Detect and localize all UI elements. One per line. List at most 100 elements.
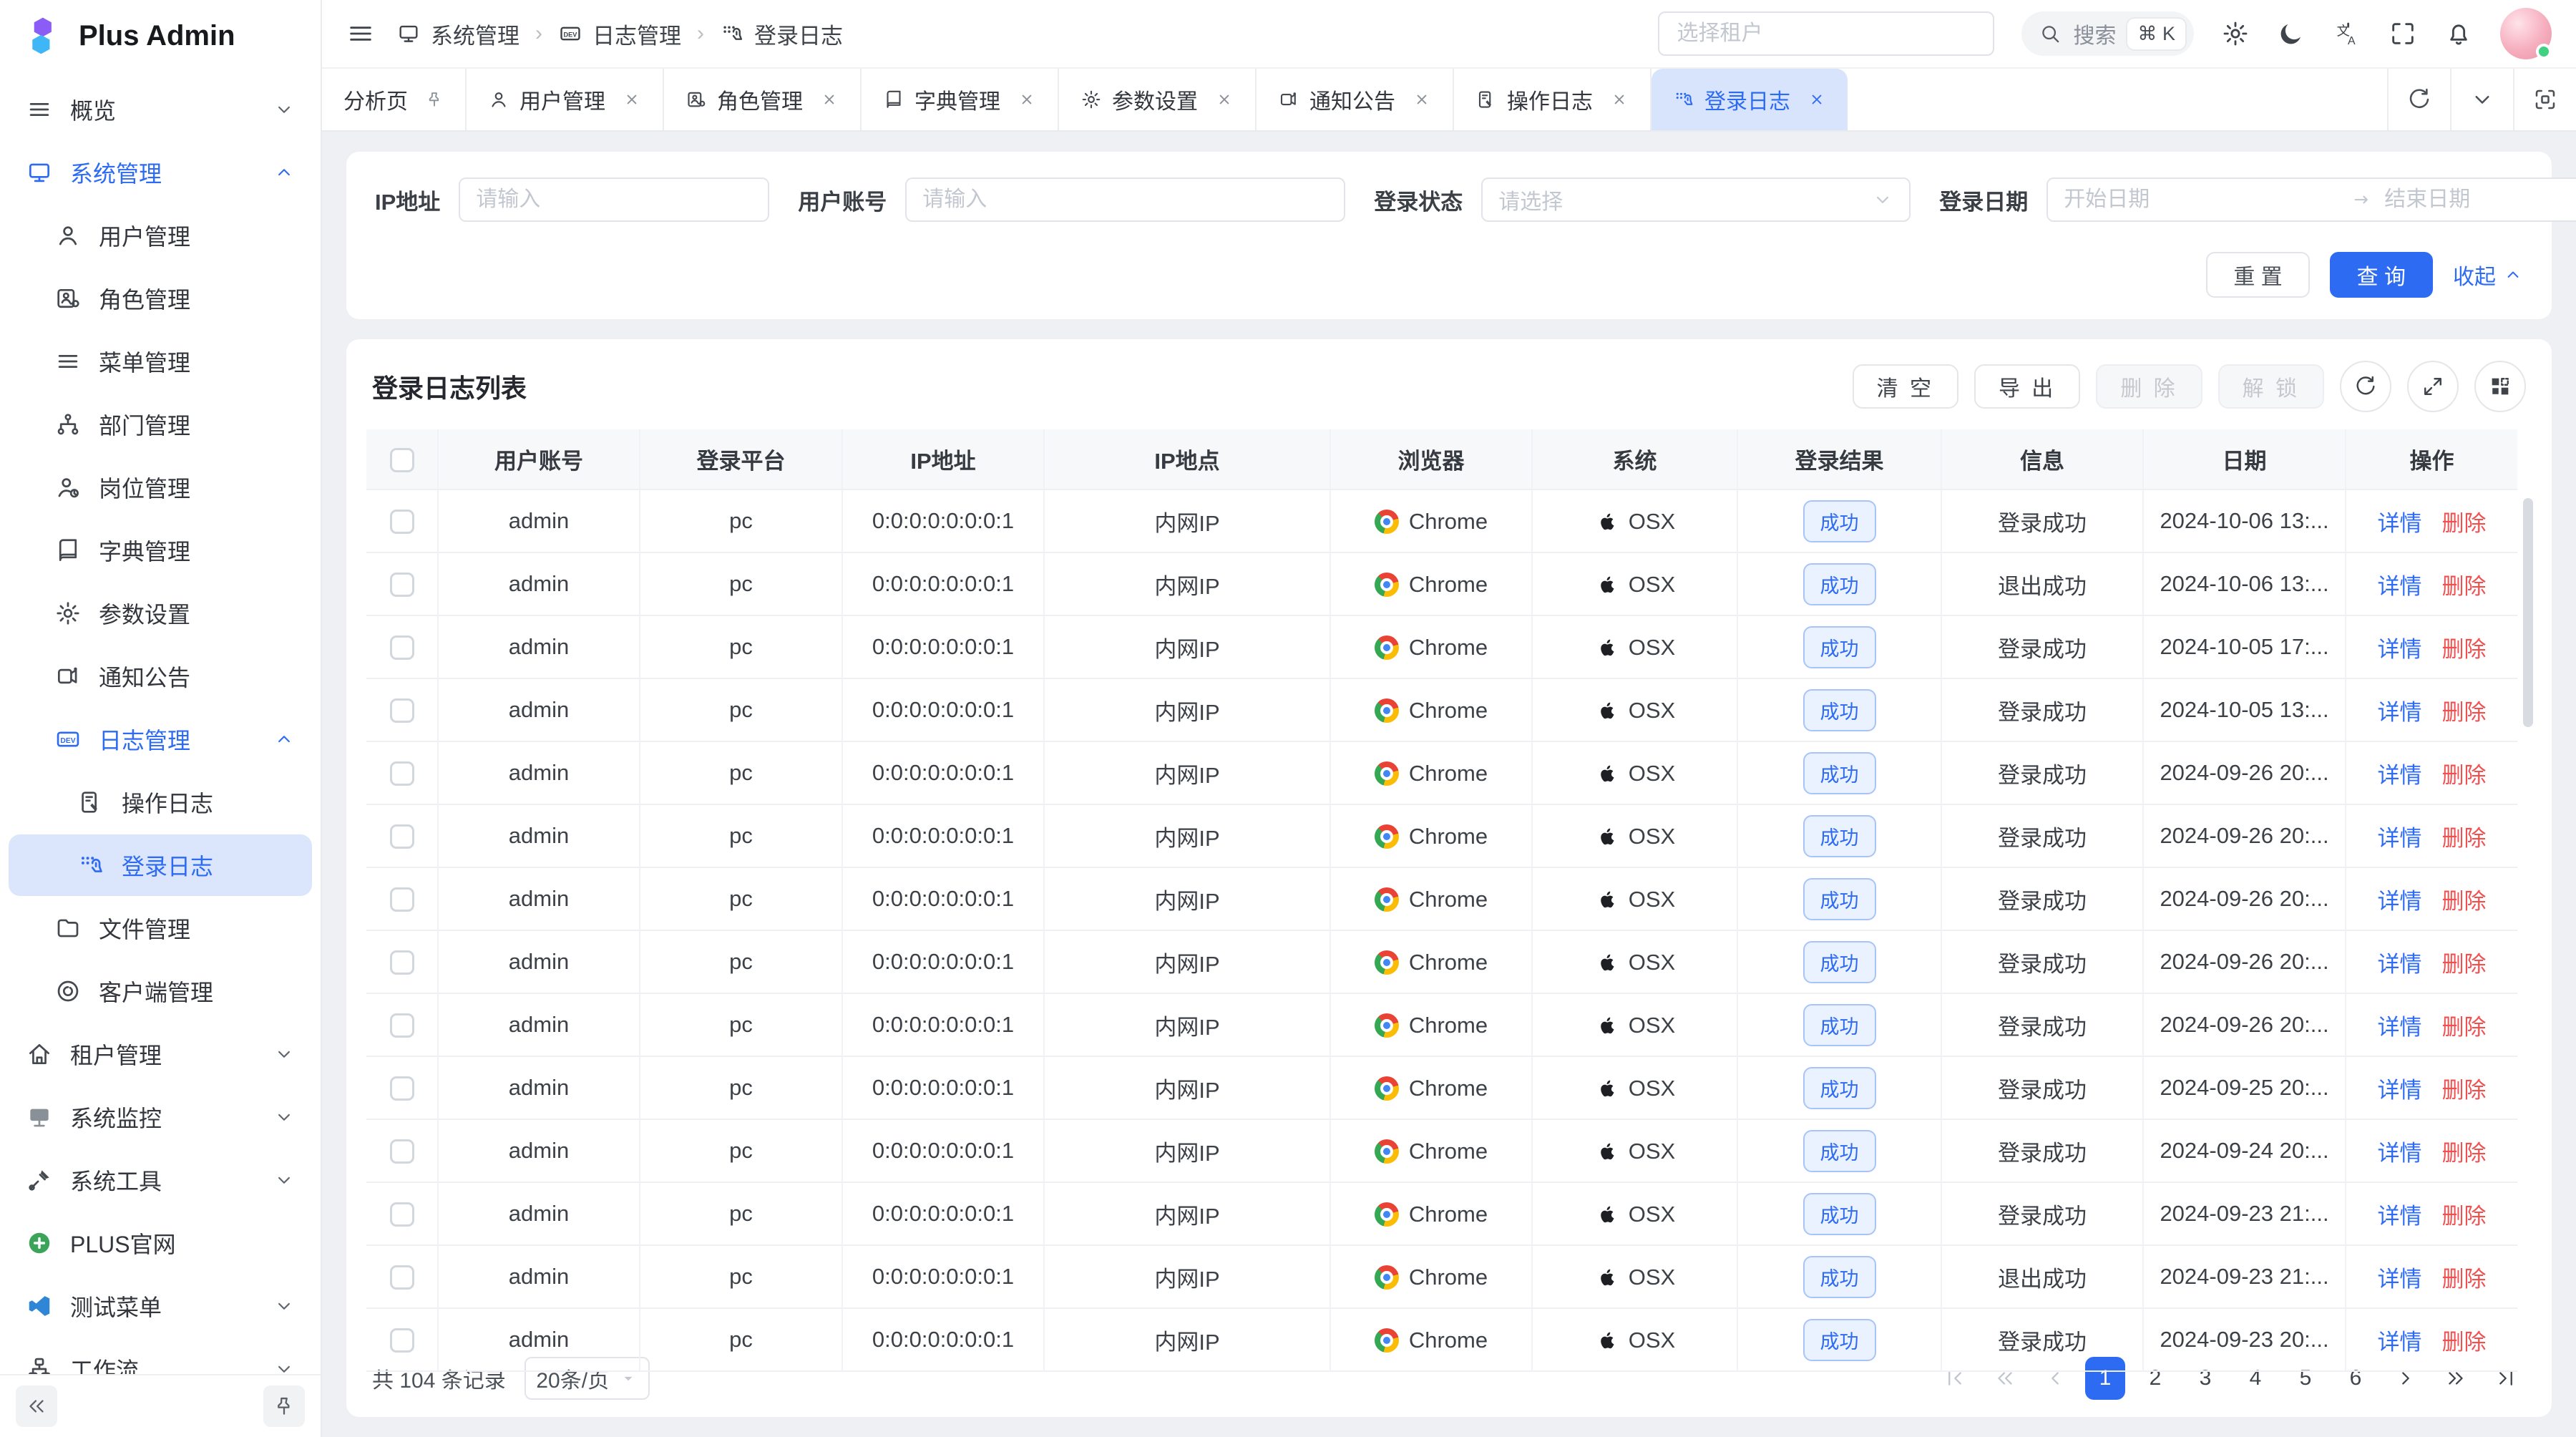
detail-link[interactable]: 详情 [2378, 700, 2422, 725]
close-icon[interactable] [1610, 90, 1629, 109]
sidebar-item[interactable]: 岗位管理 [9, 457, 312, 518]
row-checkbox[interactable] [390, 510, 414, 534]
detail-link[interactable]: 详情 [2378, 889, 2422, 914]
tab-参数设置[interactable]: 参数设置 [1059, 69, 1257, 130]
close-icon[interactable] [623, 90, 641, 109]
close-icon[interactable] [1807, 90, 1826, 109]
sidebar-item[interactable]: 系统工具 [9, 1149, 312, 1211]
settings-icon[interactable] [2221, 19, 2250, 48]
pin-icon[interactable] [425, 90, 444, 109]
detail-link[interactable]: 详情 [2378, 1015, 2422, 1040]
table-refresh-button[interactable] [2340, 361, 2391, 412]
delete-link[interactable]: 删除 [2442, 1267, 2487, 1292]
sidebar-item[interactable]: 参数设置 [9, 583, 312, 644]
toolbar-button[interactable]: 导 出 [1974, 364, 2080, 409]
tab-通知公告[interactable]: 通知公告 [1257, 69, 1454, 130]
fullscreen-icon[interactable] [2389, 19, 2417, 48]
toolbar-button[interactable]: 清 空 [1853, 364, 1958, 409]
sidebar-item[interactable]: 角色管理 [9, 268, 312, 329]
sidebar-item[interactable]: 字典管理 [9, 520, 312, 581]
sidebar-item[interactable]: 系统监控 [9, 1086, 312, 1148]
close-icon[interactable] [1215, 90, 1234, 109]
tabbar-refresh-button[interactable] [2387, 69, 2450, 130]
detail-link[interactable]: 详情 [2378, 511, 2422, 536]
row-checkbox[interactable] [390, 1139, 414, 1164]
ip-address-input[interactable] [476, 187, 752, 212]
detail-link[interactable]: 详情 [2378, 1141, 2422, 1166]
collapse-filter-link[interactable]: 收起 [2453, 259, 2523, 291]
login-status-select[interactable]: 请选择 [1481, 177, 1911, 222]
row-checkbox[interactable] [390, 1076, 414, 1101]
close-icon[interactable] [1413, 90, 1431, 109]
row-checkbox[interactable] [390, 950, 414, 975]
row-checkbox[interactable] [390, 761, 414, 786]
row-checkbox[interactable] [390, 573, 414, 597]
sidebar-item[interactable]: 用户管理 [9, 205, 312, 266]
sidebar-item[interactable]: 客户端管理 [9, 960, 312, 1022]
delete-link[interactable]: 删除 [2442, 511, 2487, 536]
global-search[interactable]: 搜索 ⌘ K [2021, 11, 2194, 56]
row-checkbox[interactable] [390, 635, 414, 660]
detail-link[interactable]: 详情 [2378, 952, 2422, 977]
close-icon[interactable] [820, 90, 839, 109]
tab-登录日志[interactable]: 登录日志 [1652, 69, 1848, 130]
vertical-scrollbar[interactable] [2523, 498, 2533, 727]
sidebar-item[interactable]: 菜单管理 [9, 331, 312, 392]
delete-link[interactable]: 删除 [2442, 826, 2487, 851]
dark-mode-icon[interactable] [2277, 19, 2306, 48]
detail-link[interactable]: 详情 [2378, 826, 2422, 851]
tenant-select-input[interactable] [1658, 11, 1994, 56]
login-date-range-picker[interactable] [2046, 177, 2576, 222]
sidebar-item[interactable]: DEV日志管理 [9, 708, 312, 770]
sidebar-item[interactable]: 测试菜单 [9, 1275, 312, 1337]
end-date-input[interactable] [2384, 187, 2576, 212]
sidebar-toggle-icon[interactable] [346, 19, 375, 48]
delete-link[interactable]: 删除 [2442, 1330, 2487, 1355]
delete-link[interactable]: 删除 [2442, 1204, 2487, 1229]
row-checkbox[interactable] [390, 1202, 414, 1227]
breadcrumb-item[interactable]: 系统管理 [396, 18, 519, 50]
close-icon[interactable] [1018, 90, 1036, 109]
delete-link[interactable]: 删除 [2442, 1141, 2487, 1166]
tab-角色管理[interactable]: 角色管理 [664, 69, 862, 130]
delete-link[interactable]: 删除 [2442, 889, 2487, 914]
sidebar-item[interactable]: 操作日志 [9, 771, 312, 833]
delete-link[interactable]: 删除 [2442, 700, 2487, 725]
select-all-checkbox[interactable] [390, 448, 414, 472]
sidebar-item[interactable]: 部门管理 [9, 394, 312, 455]
brand[interactable]: Plus Admin [0, 0, 321, 72]
sidebar-item[interactable]: PLUS官网 [9, 1212, 312, 1274]
row-checkbox[interactable] [390, 824, 414, 849]
detail-link[interactable]: 详情 [2378, 1267, 2422, 1292]
sidebar-item[interactable]: 登录日志 [9, 834, 312, 896]
start-date-input[interactable] [2064, 187, 2340, 212]
detail-link[interactable]: 详情 [2378, 574, 2422, 599]
tab-分析页[interactable]: 分析页 [322, 69, 467, 130]
sidebar-item[interactable]: 文件管理 [9, 897, 312, 959]
tab-用户管理[interactable]: 用户管理 [467, 69, 664, 130]
sidebar-item[interactable]: 工作流 [9, 1338, 312, 1374]
breadcrumb-item[interactable]: DEV日志管理 [558, 18, 681, 50]
table-expand-button[interactable] [2407, 361, 2459, 412]
tab-操作日志[interactable]: 操作日志 [1454, 69, 1652, 130]
sidebar-item[interactable]: 通知公告 [9, 646, 312, 707]
search-submit-button[interactable]: 查 询 [2330, 252, 2433, 298]
row-checkbox[interactable] [390, 1265, 414, 1290]
user-avatar[interactable] [2500, 8, 2552, 59]
tabbar-scan-button[interactable] [2513, 69, 2576, 130]
row-checkbox[interactable] [390, 698, 414, 723]
detail-link[interactable]: 详情 [2378, 1204, 2422, 1229]
sidebar-item[interactable]: 租户管理 [9, 1023, 312, 1085]
detail-link[interactable]: 详情 [2378, 637, 2422, 662]
sidebar-item[interactable]: 概览 [9, 79, 312, 140]
breadcrumb-item[interactable]: 登录日志 [720, 18, 843, 50]
notifications-bell-icon[interactable] [2444, 19, 2473, 48]
tabbar-chevron-down-button[interactable] [2450, 69, 2513, 130]
detail-link[interactable]: 详情 [2378, 763, 2422, 788]
language-icon[interactable]: 文A [2333, 19, 2361, 48]
delete-link[interactable]: 删除 [2442, 1015, 2487, 1040]
sidebar-pin-button[interactable] [263, 1385, 305, 1427]
delete-link[interactable]: 删除 [2442, 574, 2487, 599]
tab-字典管理[interactable]: 字典管理 [862, 69, 1059, 130]
user-account-input[interactable] [922, 187, 1328, 212]
